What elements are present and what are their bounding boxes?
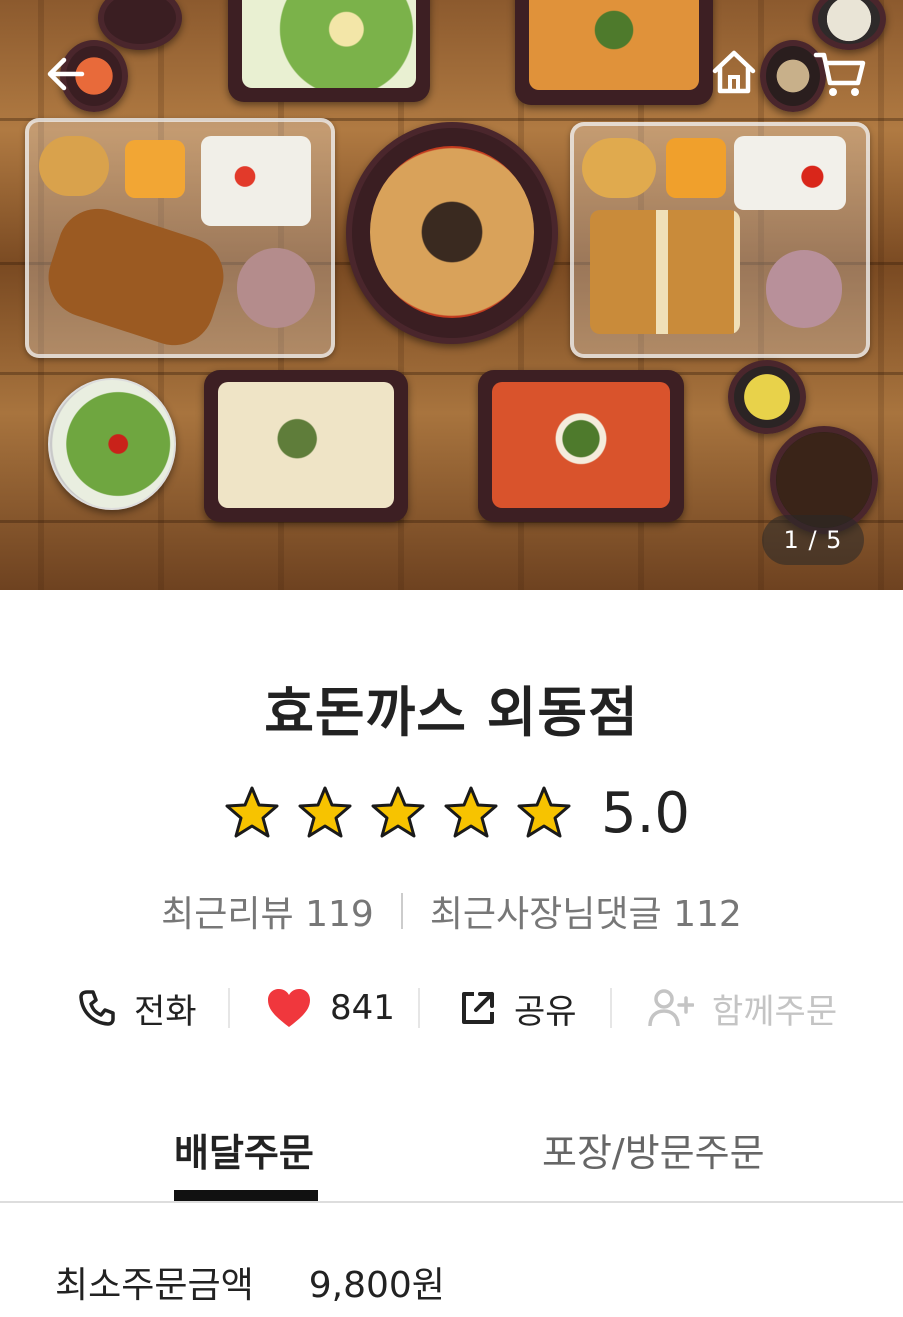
share-button[interactable]: 공유 <box>460 980 577 1036</box>
divider <box>610 988 612 1028</box>
food-photo-rose-pasta-box <box>478 370 684 522</box>
call-label: 전화 <box>134 991 197 1032</box>
share-icon <box>462 992 494 1024</box>
star-icon <box>298 786 352 838</box>
food-photo-sauce-top <box>812 0 886 50</box>
min-order-label: 최소주문금액 <box>55 1265 254 1306</box>
food-photo-pickle-bowl <box>728 360 806 434</box>
food-photo-cutlet-tray-left <box>25 118 335 358</box>
recent-owner-replies-link[interactable]: 최근사장님댓글 112 <box>430 885 742 937</box>
min-order-value: 9,800원 <box>308 1265 445 1306</box>
group-order-icon <box>648 989 694 1027</box>
star-icon <box>371 786 425 838</box>
divider <box>400 893 403 929</box>
star-icon <box>444 786 498 838</box>
back-arrow-icon <box>47 57 85 91</box>
active-tab-indicator <box>174 1190 318 1201</box>
home-button[interactable] <box>706 44 762 100</box>
call-button[interactable]: 전화 <box>78 980 197 1036</box>
divider <box>418 988 420 1028</box>
heart-icon <box>268 989 310 1027</box>
cart-button[interactable] <box>810 44 870 104</box>
store-rating: 5.0 <box>224 778 690 848</box>
tab-delivery-order[interactable]: 배달주문 <box>174 1122 314 1177</box>
store-photo-carousel[interactable]: 1 / 5 <box>0 0 903 590</box>
divider <box>228 988 230 1028</box>
food-photo-noodle-bowl <box>346 122 558 344</box>
review-stats: 최근리뷰 119 최근사장님댓글 112 <box>0 885 903 937</box>
order-type-tabs: 배달주문 포장/방문주문 <box>0 1100 903 1203</box>
food-photo-pasta-box-top <box>515 0 713 105</box>
home-icon <box>712 50 756 94</box>
star-icon <box>225 786 279 838</box>
group-order-label: 함께주문 <box>712 991 838 1032</box>
food-photo-small-bowl <box>98 0 182 50</box>
store-action-bar: 전화 841 공유 함께주문 <box>0 980 903 1036</box>
like-count: 841 <box>330 988 395 1028</box>
store-name: 효돈까스 외동점 <box>264 681 639 744</box>
rating-stars <box>224 785 589 841</box>
cart-icon <box>813 52 866 96</box>
like-button[interactable]: 841 <box>266 980 395 1036</box>
share-label: 공유 <box>514 991 577 1032</box>
food-photo-salad-box <box>228 0 430 102</box>
food-photo-salad-bowl <box>48 378 176 510</box>
phone-icon <box>79 990 115 1026</box>
star-icon <box>517 786 571 838</box>
recent-reviews-link[interactable]: 최근리뷰 119 <box>161 885 374 937</box>
back-button[interactable] <box>38 44 94 104</box>
group-order-button[interactable]: 함께주문 <box>648 980 837 1036</box>
food-photo-cream-pasta-box <box>204 370 408 522</box>
photo-pager: 1 / 5 <box>762 515 864 565</box>
min-order-row: 최소주문금액 9,800원 <box>55 1256 445 1308</box>
rating-score: 5.0 <box>601 780 691 846</box>
food-photo-cutlet-tray-right <box>570 122 870 358</box>
tab-pickup-visit-order[interactable]: 포장/방문주문 <box>542 1122 765 1177</box>
